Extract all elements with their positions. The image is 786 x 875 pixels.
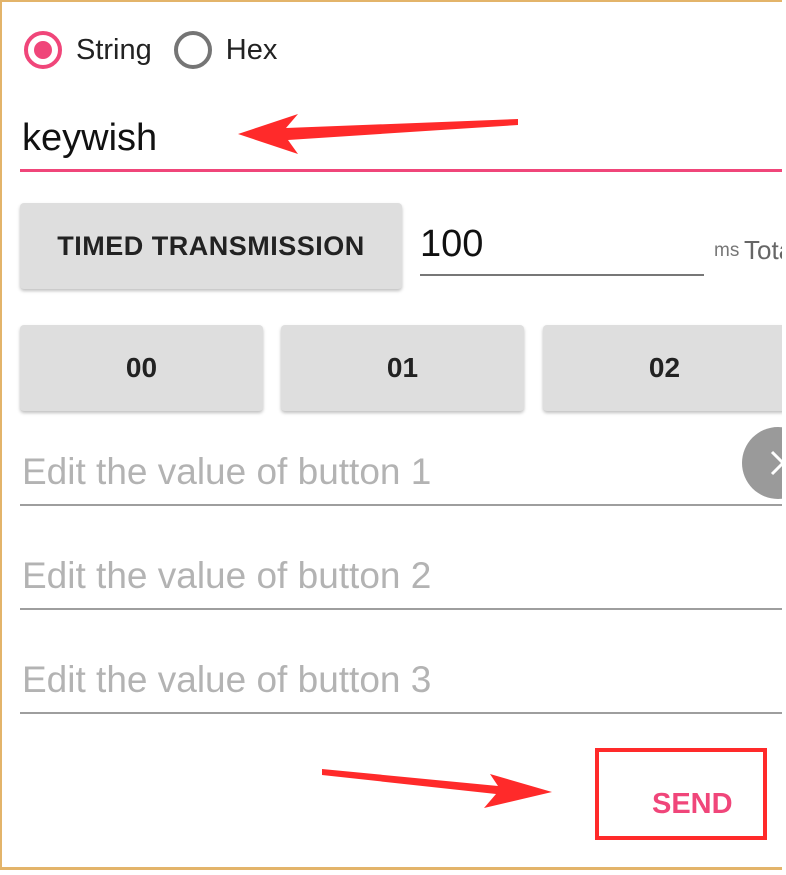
button-1-value-input[interactable]: Edit the value of button 1 bbox=[20, 444, 782, 506]
app-window: String Hex keywish TIMED TRANSMISSION 10… bbox=[0, 0, 782, 870]
quick-button-01[interactable]: 01 bbox=[281, 325, 524, 411]
chevron-right-icon bbox=[770, 450, 782, 476]
radio-checked-icon bbox=[24, 31, 62, 69]
timed-transmission-button[interactable]: TIMED TRANSMISSION bbox=[20, 203, 402, 289]
annotation-arrow-left-icon bbox=[238, 114, 518, 154]
radio-string-label: String bbox=[76, 33, 152, 66]
send-button[interactable]: SEND bbox=[652, 788, 733, 821]
quick-button-00[interactable]: 00 bbox=[20, 325, 263, 411]
annotation-arrow-right-icon bbox=[322, 769, 552, 808]
radio-hex-label: Hex bbox=[225, 33, 278, 66]
interval-unit-label: ms bbox=[714, 240, 740, 261]
total-label: Total bbox=[744, 235, 782, 265]
radio-string[interactable]: String bbox=[24, 31, 152, 69]
button-2-value-input[interactable]: Edit the value of button 2 bbox=[20, 548, 782, 610]
radio-unchecked-icon bbox=[173, 31, 212, 69]
interval-input[interactable]: 100 bbox=[420, 220, 704, 276]
mode-radio-group: String Hex bbox=[24, 27, 277, 73]
quick-button-02[interactable]: 02 bbox=[543, 325, 782, 411]
button-3-value-input[interactable]: Edit the value of button 3 bbox=[20, 652, 782, 714]
radio-hex[interactable]: Hex bbox=[173, 31, 278, 69]
